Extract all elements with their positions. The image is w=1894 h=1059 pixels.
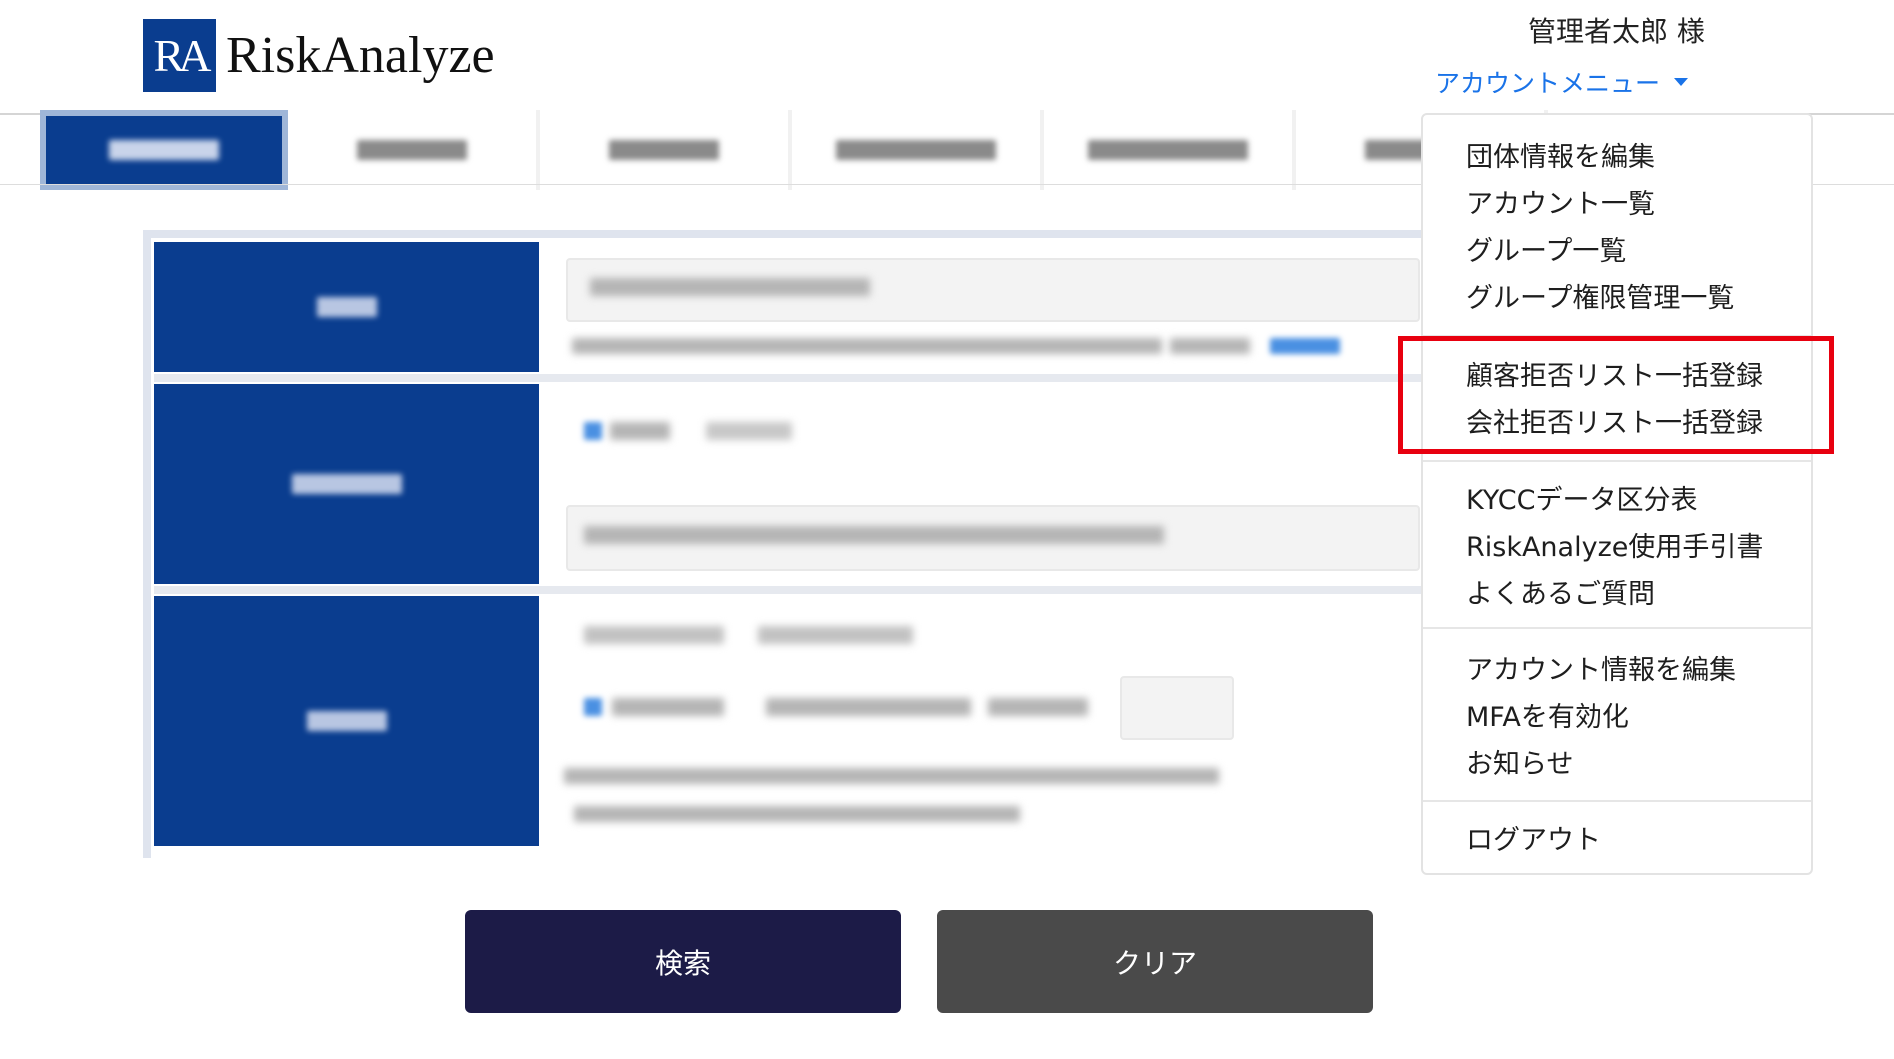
main-tabs [40, 110, 1548, 190]
menu-item-enable-mfa[interactable]: MFAを有効化 [1466, 695, 1629, 734]
menu-item-account-list[interactable]: アカウント一覧 [1466, 182, 1655, 221]
label-blurred [291, 474, 402, 494]
menu-item-group-list[interactable]: グループ一覧 [1466, 229, 1626, 268]
radio-option-blurred[interactable] [758, 626, 913, 644]
account-menu-dropdown: 団体情報を編集 アカウント一覧 グループ一覧 グループ権限管理一覧 顧客拒否リス… [1421, 113, 1813, 875]
menu-item-kycc-data-table[interactable]: KYCCデータ区分表 [1466, 478, 1697, 517]
label-blurred [316, 297, 377, 317]
logo-text: RiskAnalyze [226, 27, 495, 84]
radio-option-blurred[interactable] [584, 626, 724, 644]
caret-down-icon [1674, 78, 1689, 86]
note-text-blurred [564, 768, 1219, 784]
form-label-2 [154, 384, 539, 584]
menu-item-user-manual[interactable]: RiskAnalyze使用手引書 [1466, 525, 1763, 564]
note-text-blurred [574, 806, 1020, 822]
help-text-blurred [1170, 338, 1250, 354]
highlight-annotation [1398, 336, 1834, 454]
menu-divider [1423, 800, 1811, 802]
form-label-1 [154, 242, 539, 372]
radio-label-blurred [612, 698, 724, 716]
help-text-blurred [572, 338, 1162, 354]
menu-item-group-permission-list[interactable]: グループ権限管理一覧 [1466, 276, 1734, 315]
radio-label-blurred [610, 422, 670, 440]
radio-selected-blurred[interactable] [584, 422, 602, 440]
radio-option-blurred[interactable] [706, 422, 792, 440]
tab-2[interactable] [288, 110, 540, 190]
label-blurred [306, 711, 387, 731]
account-menu-label: アカウントメニュー [1435, 69, 1661, 98]
logo[interactable]: RA RiskAnalyze [143, 19, 495, 92]
tab-5[interactable] [1044, 110, 1296, 190]
menu-item-logout[interactable]: ログアウト [1466, 818, 1601, 857]
menu-item-notifications[interactable]: お知らせ [1466, 742, 1573, 781]
account-menu-toggle[interactable]: アカウントメニュー [1435, 64, 1689, 100]
menu-divider [1423, 460, 1811, 462]
tab-label-blurred [836, 140, 996, 160]
form-label-3 [154, 596, 539, 846]
tab-label-blurred [609, 140, 719, 160]
radio-selected-blurred[interactable] [584, 698, 602, 716]
menu-item-faq[interactable]: よくあるご質問 [1466, 572, 1655, 611]
radio-option-blurred[interactable] [766, 698, 971, 716]
menu-divider [1423, 627, 1811, 629]
user-name: 管理者太郎 様 [1528, 15, 1705, 48]
clear-button[interactable]: クリア [937, 910, 1373, 1013]
tab-1[interactable] [40, 110, 288, 190]
tab-3[interactable] [540, 110, 792, 190]
logo-mark-icon: RA [143, 19, 216, 92]
select-blurred[interactable] [1120, 676, 1234, 740]
row-separator [154, 374, 1424, 382]
tab-label-blurred [109, 140, 219, 160]
tab-label-blurred [357, 140, 467, 160]
search-button[interactable]: 検索 [465, 910, 901, 1013]
help-link-blurred[interactable] [1270, 338, 1340, 354]
placeholder-blurred [590, 278, 870, 296]
tab-label-blurred [1088, 140, 1248, 160]
tab-4[interactable] [792, 110, 1044, 190]
radio-option-blurred[interactable] [988, 698, 1088, 716]
placeholder-blurred [584, 526, 1164, 544]
menu-item-edit-account[interactable]: アカウント情報を編集 [1466, 648, 1736, 687]
menu-item-edit-organization[interactable]: 団体情報を編集 [1466, 135, 1655, 174]
row-separator [154, 586, 1424, 594]
